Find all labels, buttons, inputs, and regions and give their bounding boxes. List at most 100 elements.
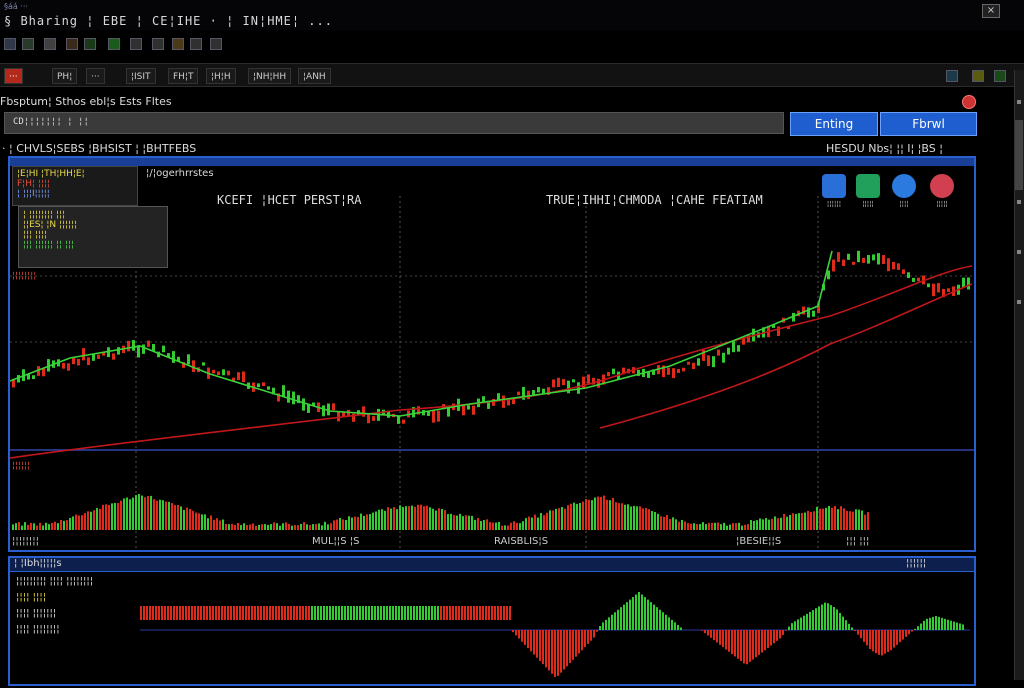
- candle: [302, 398, 305, 411]
- globe-button[interactable]: ¦¦¦¦: [884, 174, 924, 208]
- toolbar-item-1[interactable]: PH¦: [52, 68, 78, 84]
- detail-line-1: ¦¦ES¦ ¦N ¦¦¦¦¦¦: [23, 220, 78, 230]
- settings-icon[interactable]: [210, 38, 222, 50]
- candle: [372, 416, 375, 421]
- candle: [162, 345, 165, 353]
- oscillator-bar: [497, 606, 499, 620]
- calendar-button[interactable]: ¦¦¦¦¦: [848, 174, 888, 208]
- oscillator-bar: [902, 630, 904, 640]
- line-tool-icon[interactable]: [152, 38, 164, 50]
- trade-panel-icon[interactable]: [994, 70, 1006, 82]
- order-input[interactable]: CD¦¦¦¦¦¦¦ ¦ ¦¦: [4, 112, 784, 134]
- candle: [712, 356, 715, 368]
- volume-bar: [714, 522, 716, 530]
- oscillator-bar: [827, 603, 829, 630]
- oscillator-bar: [938, 616, 940, 630]
- toolbar-item-4[interactable]: FH¦T: [168, 68, 199, 84]
- oscillator-bar: [857, 630, 859, 635]
- window-close-button[interactable]: ×: [982, 4, 1000, 18]
- toolbar-item-7[interactable]: ¦ANH: [298, 68, 331, 84]
- candle: [837, 252, 840, 262]
- volume-bar: [543, 515, 545, 530]
- oscillator-bar: [311, 606, 313, 620]
- entry-button[interactable]: Enting: [790, 112, 878, 136]
- candle: [82, 348, 85, 361]
- volume-bar: [684, 521, 686, 530]
- volume-bar: [804, 512, 806, 530]
- volume-bar: [438, 508, 440, 530]
- volume-bar: [507, 525, 509, 530]
- oscillator-bar: [302, 606, 304, 620]
- toolbar-item-3[interactable]: ¦ISIT: [126, 68, 156, 84]
- oscillator-bar: [830, 605, 832, 630]
- zoom-in-icon[interactable]: [84, 38, 96, 50]
- oscillator-bar: [731, 630, 733, 655]
- oscillator-bar: [374, 606, 376, 620]
- grid-icon[interactable]: [190, 38, 202, 50]
- oscillator-bar: [170, 606, 172, 620]
- news-label: ¦¦¦¦¦¦: [826, 200, 842, 208]
- oscillator-bar: [221, 606, 223, 620]
- volume-bar: [441, 509, 443, 530]
- oscillator-bar: [296, 606, 298, 620]
- volume-bar: [135, 495, 137, 530]
- text-tool-icon[interactable]: [172, 38, 184, 50]
- volume-bar: [828, 505, 830, 530]
- toolbar-item-6[interactable]: ¦NH¦HH: [248, 68, 292, 84]
- volume-bar: [258, 524, 260, 530]
- oscillator-bar: [701, 630, 703, 631]
- oscillator-bar: [167, 606, 169, 620]
- close-icon[interactable]: [962, 95, 976, 109]
- new-chart-icon[interactable]: [4, 38, 16, 50]
- zoom-out-icon[interactable]: [108, 38, 120, 50]
- oscillator-bar: [767, 630, 769, 648]
- layout-icon[interactable]: [946, 70, 958, 82]
- candle: [397, 416, 400, 424]
- oscillator-bar: [632, 597, 634, 630]
- oscillator-bar: [587, 630, 589, 644]
- oscillator-bar: [527, 630, 529, 649]
- candle: [87, 357, 90, 366]
- final-button[interactable]: Fbrwl: [880, 112, 977, 136]
- scroll-marker: [1017, 100, 1021, 104]
- volume-bar: [426, 505, 428, 530]
- volume-bar: [90, 511, 92, 530]
- volume-bar: [42, 525, 44, 530]
- oscillator-bar: [890, 630, 892, 651]
- alert-toggle-icon[interactable]: [972, 70, 984, 82]
- oscillator-bar: [950, 620, 952, 630]
- toolbar-item-2[interactable]: ···: [86, 68, 105, 84]
- volume-bar: [153, 499, 155, 530]
- toolbar-item-0[interactable]: ···: [4, 68, 23, 84]
- bottom-label-0: ¦¦¦¦¦¦¦¦: [12, 536, 39, 547]
- open-icon[interactable]: [22, 38, 34, 50]
- oscillator-chart[interactable]: [10, 572, 974, 684]
- oscillator-bar: [803, 615, 805, 630]
- volume-bar: [117, 502, 119, 530]
- toolbar-item-5[interactable]: ¦H¦H: [206, 68, 236, 84]
- crosshair-icon[interactable]: [130, 38, 142, 50]
- volume-bar: [435, 510, 437, 530]
- candle: [967, 277, 970, 290]
- oscillator-bar: [851, 627, 853, 630]
- oscillator-bar: [332, 606, 334, 620]
- volume-bar: [150, 495, 152, 530]
- oscillator-bar: [224, 606, 226, 620]
- save-icon[interactable]: [44, 38, 56, 50]
- print-icon[interactable]: [66, 38, 78, 50]
- alert-button[interactable]: ¦¦¦¦¦: [922, 174, 962, 208]
- candle: [532, 390, 535, 395]
- volume-bar: [315, 523, 317, 530]
- volume-bar: [588, 499, 590, 530]
- scrollbar-thumb[interactable]: [1015, 120, 1023, 190]
- oscillator-bar: [878, 630, 880, 655]
- candle: [677, 368, 680, 373]
- timeframe-toolbar: ··· PH¦ ··· ¦ISIT FH¦T ¦H¦H ¦NH¦HH ¦ANH: [0, 63, 1024, 87]
- oscillator-bar: [308, 606, 310, 620]
- candle: [842, 259, 845, 266]
- candle: [172, 351, 175, 363]
- volume-bar: [201, 514, 203, 530]
- volume-bar: [777, 518, 779, 530]
- oscillator-bar: [407, 606, 409, 620]
- oscillator-bar: [788, 626, 790, 630]
